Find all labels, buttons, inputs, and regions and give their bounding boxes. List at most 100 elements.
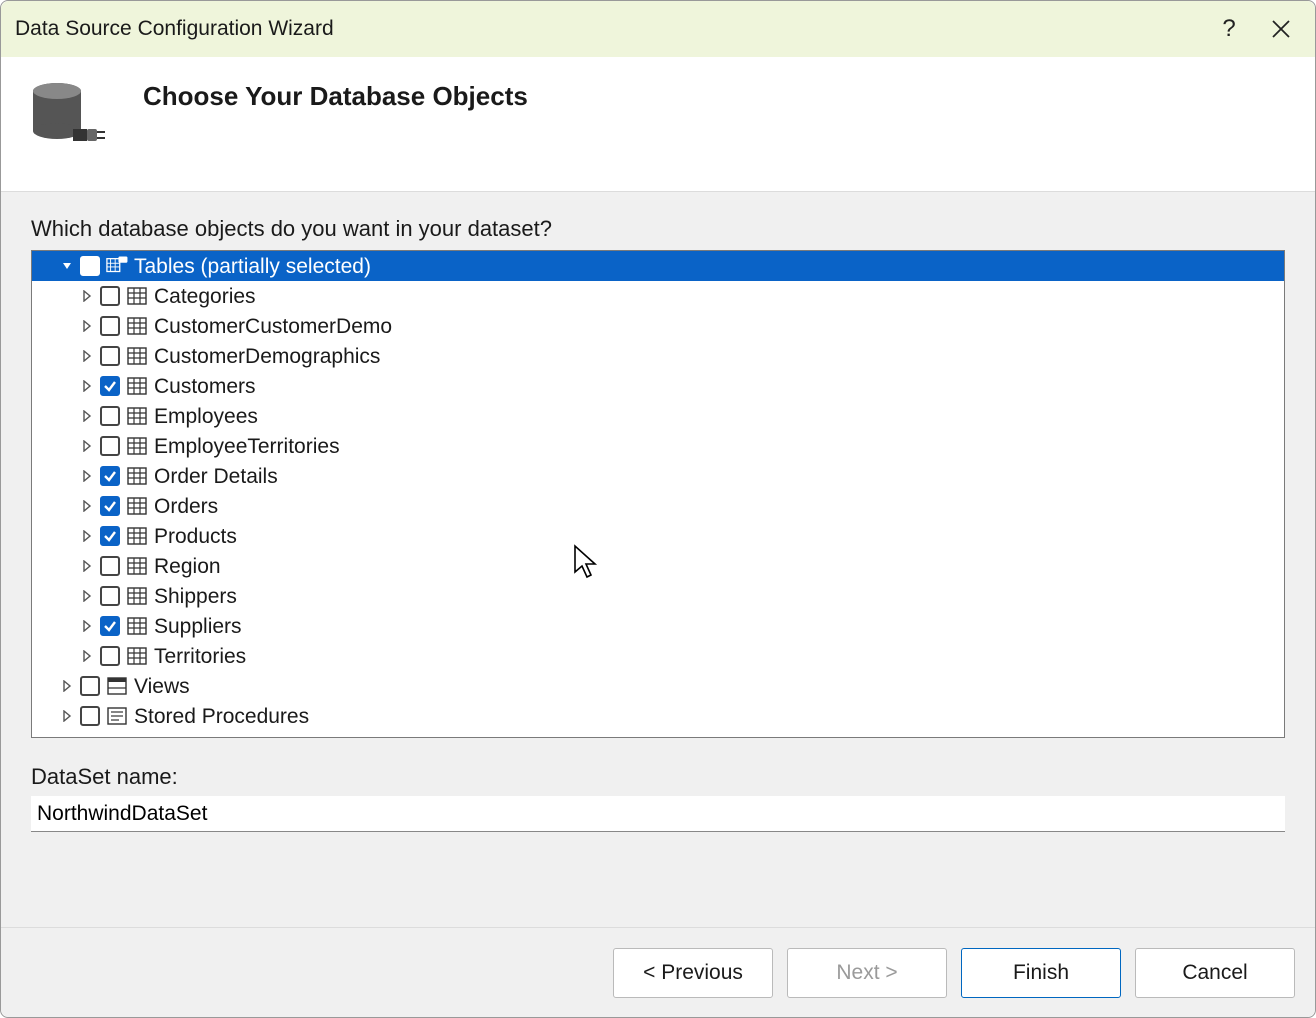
expand-icon[interactable]: [78, 617, 96, 635]
tree-node-label: Shippers: [154, 586, 237, 607]
prompt-label: Which database objects do you want in yo…: [31, 216, 1285, 242]
table-icon: [126, 376, 148, 396]
table-icon: [126, 586, 148, 606]
tree-node-label: CustomerCustomerDemo: [154, 316, 392, 337]
tree-node-table[interactable]: EmployeeTerritories: [32, 431, 1284, 461]
tree-node-table[interactable]: Shippers: [32, 581, 1284, 611]
tree-node-label: Territories: [154, 646, 246, 667]
next-button: Next >: [787, 948, 947, 998]
checkbox[interactable]: [100, 526, 120, 546]
wizard-window: Data Source Configuration Wizard ?: [0, 0, 1316, 1018]
tree-node-table[interactable]: CustomerCustomerDemo: [32, 311, 1284, 341]
checkbox[interactable]: [100, 616, 120, 636]
checkbox[interactable]: [100, 586, 120, 606]
checkbox[interactable]: [100, 316, 120, 336]
tree-node-views[interactable]: Views: [32, 671, 1284, 701]
page-heading: Choose Your Database Objects: [143, 77, 528, 112]
table-icon: [126, 556, 148, 576]
expand-icon[interactable]: [78, 317, 96, 335]
table-icon: [126, 526, 148, 546]
collapse-icon[interactable]: [58, 257, 76, 275]
expand-icon[interactable]: [78, 347, 96, 365]
database-icon: [29, 81, 109, 161]
checkbox[interactable]: [100, 556, 120, 576]
table-icon: [126, 346, 148, 366]
wizard-body: Which database objects do you want in yo…: [1, 192, 1315, 927]
checkbox[interactable]: [100, 346, 120, 366]
tree-node-label: Order Details: [154, 466, 278, 487]
finish-button[interactable]: Finish: [961, 948, 1121, 998]
titlebar: Data Source Configuration Wizard ?: [1, 1, 1315, 57]
table-icon: [126, 286, 148, 306]
tree-node-label: Orders: [154, 496, 218, 517]
table-icon: [126, 406, 148, 426]
sprocs-group-icon: [106, 706, 128, 726]
tree-node-table[interactable]: Orders: [32, 491, 1284, 521]
tree-node-label: CustomerDemographics: [154, 346, 380, 367]
dataset-name-label: DataSet name:: [31, 764, 1285, 790]
checkbox[interactable]: [100, 376, 120, 396]
table-icon: [126, 436, 148, 456]
tree-node-label: Stored Procedures: [134, 706, 309, 727]
expand-icon[interactable]: [58, 707, 76, 725]
expand-icon[interactable]: [78, 497, 96, 515]
close-button[interactable]: [1255, 1, 1307, 57]
window-title: Data Source Configuration Wizard: [15, 1, 1203, 57]
tree-node-label: Region: [154, 556, 221, 577]
cancel-button[interactable]: Cancel: [1135, 948, 1295, 998]
tree-node-table[interactable]: Suppliers: [32, 611, 1284, 641]
table-icon: [126, 316, 148, 336]
tree-node-label: Categories: [154, 286, 256, 307]
close-icon: [1272, 20, 1290, 38]
views-group-icon: [106, 676, 128, 696]
expand-icon[interactable]: [78, 467, 96, 485]
wizard-footer: < Previous Next > Finish Cancel: [1, 927, 1315, 1017]
previous-button[interactable]: < Previous: [613, 948, 773, 998]
dataset-name-input[interactable]: [31, 796, 1285, 832]
expand-icon[interactable]: [78, 527, 96, 545]
table-icon: [126, 646, 148, 666]
tree-node-label: Products: [154, 526, 237, 547]
expand-icon[interactable]: [78, 377, 96, 395]
checkbox[interactable]: [100, 406, 120, 426]
tree-node-label: Suppliers: [154, 616, 242, 637]
tree-node-table[interactable]: Territories: [32, 641, 1284, 671]
expand-icon[interactable]: [58, 677, 76, 695]
wizard-header: Choose Your Database Objects: [1, 57, 1315, 192]
table-icon: [126, 496, 148, 516]
help-button[interactable]: ?: [1203, 1, 1255, 57]
checkbox[interactable]: [100, 286, 120, 306]
tree-node-label: Employees: [154, 406, 258, 427]
tree-node-label: Customers: [154, 376, 256, 397]
tree-node-table[interactable]: Region: [32, 551, 1284, 581]
tree-node-label: Tables (partially selected): [134, 256, 371, 277]
tree-node-stored-procedures[interactable]: Stored Procedures: [32, 701, 1284, 731]
tree-node-table[interactable]: Order Details: [32, 461, 1284, 491]
tree-node-table[interactable]: Products: [32, 521, 1284, 551]
checkbox[interactable]: [80, 256, 100, 276]
tables-group-icon: [106, 256, 128, 276]
table-icon: [126, 466, 148, 486]
tree-node-label: Views: [134, 676, 190, 697]
checkbox[interactable]: [80, 706, 100, 726]
checkbox[interactable]: [100, 436, 120, 456]
tree-node-tables[interactable]: Tables (partially selected): [32, 251, 1284, 281]
expand-icon[interactable]: [78, 557, 96, 575]
tree-node-table[interactable]: Employees: [32, 401, 1284, 431]
checkbox[interactable]: [80, 676, 100, 696]
table-icon: [126, 616, 148, 636]
tree-node-label: EmployeeTerritories: [154, 436, 340, 457]
expand-icon[interactable]: [78, 287, 96, 305]
tree-node-table[interactable]: Customers: [32, 371, 1284, 401]
objects-tree[interactable]: Tables (partially selected) Categories C…: [32, 251, 1284, 737]
objects-tree-container: Tables (partially selected) Categories C…: [31, 250, 1285, 738]
expand-icon[interactable]: [78, 437, 96, 455]
checkbox[interactable]: [100, 646, 120, 666]
expand-icon[interactable]: [78, 587, 96, 605]
checkbox[interactable]: [100, 496, 120, 516]
tree-node-table[interactable]: Categories: [32, 281, 1284, 311]
tree-node-table[interactable]: CustomerDemographics: [32, 341, 1284, 371]
checkbox[interactable]: [100, 466, 120, 486]
expand-icon[interactable]: [78, 407, 96, 425]
expand-icon[interactable]: [78, 647, 96, 665]
